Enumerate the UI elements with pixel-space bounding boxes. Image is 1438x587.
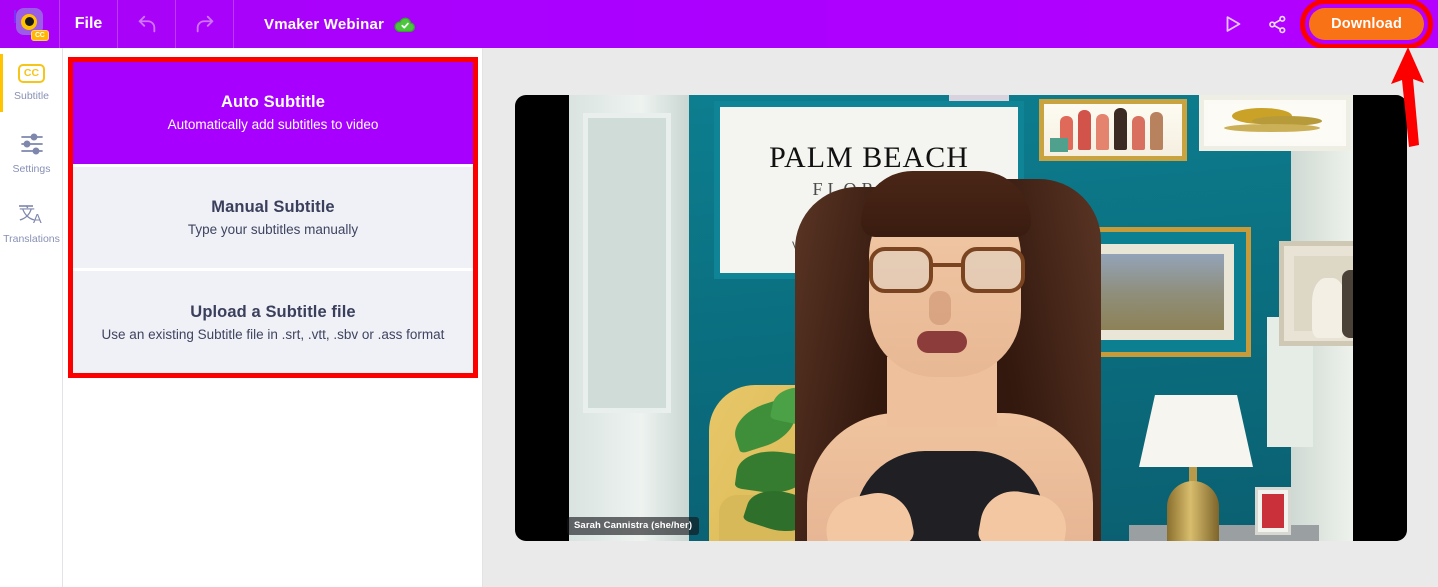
- video-preview[interactable]: PALM BEACH FLORIDA VI: [515, 95, 1407, 541]
- project-title-area[interactable]: Vmaker Webinar: [234, 0, 1211, 48]
- cc-subtitle-icon: CC: [17, 64, 46, 83]
- person-glasses-icon: [869, 247, 1025, 293]
- person-nose: [929, 291, 951, 325]
- sidebar-item-translations[interactable]: 文 A Translations: [0, 188, 63, 258]
- option-auto-subtitle[interactable]: Auto Subtitle Automatically add subtitle…: [73, 62, 473, 167]
- option-title: Upload a Subtitle file: [190, 302, 356, 321]
- wall-art-figures: [1039, 99, 1187, 161]
- option-manual-subtitle[interactable]: Manual Subtitle Type your subtitles manu…: [73, 166, 473, 272]
- editor-stage: PALM BEACH FLORIDA VI: [484, 48, 1438, 587]
- share-nodes-icon: [1268, 15, 1286, 33]
- preview-button[interactable]: [1211, 0, 1255, 48]
- option-title: Auto Subtitle: [221, 93, 325, 112]
- undo-button[interactable]: [118, 0, 176, 48]
- option-title: Manual Subtitle: [211, 198, 335, 216]
- translate-language-icon: 文 A: [18, 205, 42, 226]
- options-highlight-box: Auto Subtitle Automatically add subtitle…: [68, 57, 478, 378]
- option-description: Use an existing Subtitle file in .srt, .…: [101, 326, 445, 342]
- top-toolbar: CC File Vmaker Webinar Download: [0, 0, 1438, 49]
- wall-art-abstract: [1199, 95, 1351, 151]
- subtitle-options-panel: Auto Subtitle Automatically add subtitle…: [63, 48, 483, 587]
- cc-badge-icon: CC: [30, 30, 49, 41]
- sidebar-item-label: Settings: [12, 162, 51, 175]
- undo-arrow-icon: [138, 15, 155, 33]
- sidebar-item-label: Translations: [3, 232, 60, 245]
- wall-art-wedding-photo: [1279, 241, 1353, 346]
- sidebar-item-label: Subtitle: [13, 89, 50, 102]
- lamp-brass-base: [1167, 481, 1219, 541]
- lamp-shade: [1139, 395, 1253, 467]
- svg-text:A: A: [33, 211, 42, 226]
- sidebar-item-subtitle[interactable]: CC Subtitle: [0, 48, 63, 118]
- sign-line-1: PALM BEACH: [769, 141, 969, 174]
- cloud-saved-check-icon: [394, 17, 416, 32]
- share-button[interactable]: [1255, 0, 1299, 48]
- file-menu-button[interactable]: File: [60, 0, 118, 48]
- project-title: Vmaker Webinar: [264, 15, 385, 33]
- left-sidebar: CC Subtitle Settings 文 A Translations: [0, 48, 63, 587]
- app-logo[interactable]: CC: [0, 0, 60, 48]
- person-mouth: [917, 331, 967, 353]
- red-up-arrow-annotation: [1391, 47, 1424, 147]
- person-fringe: [861, 171, 1031, 237]
- option-upload-subtitle-file[interactable]: Upload a Subtitle file Use an existing S…: [73, 271, 473, 374]
- participant-name-label: Sarah Cannistra (she/her): [567, 517, 700, 535]
- sliders-settings-icon: [20, 133, 43, 154]
- download-button[interactable]: Download: [1309, 8, 1424, 40]
- file-menu-label: File: [74, 15, 103, 32]
- option-description: Type your subtitles manually: [187, 222, 359, 237]
- play-preview-icon: [1226, 16, 1241, 32]
- sidebar-item-settings[interactable]: Settings: [0, 118, 63, 188]
- option-description: Automatically add subtitles to video: [167, 117, 379, 133]
- video-scene: PALM BEACH FLORIDA VI: [569, 95, 1353, 541]
- white-door-left: [569, 95, 689, 541]
- redo-arrow-icon: [196, 15, 213, 33]
- small-photo-frame: [1255, 487, 1291, 535]
- redo-button[interactable]: [176, 0, 234, 48]
